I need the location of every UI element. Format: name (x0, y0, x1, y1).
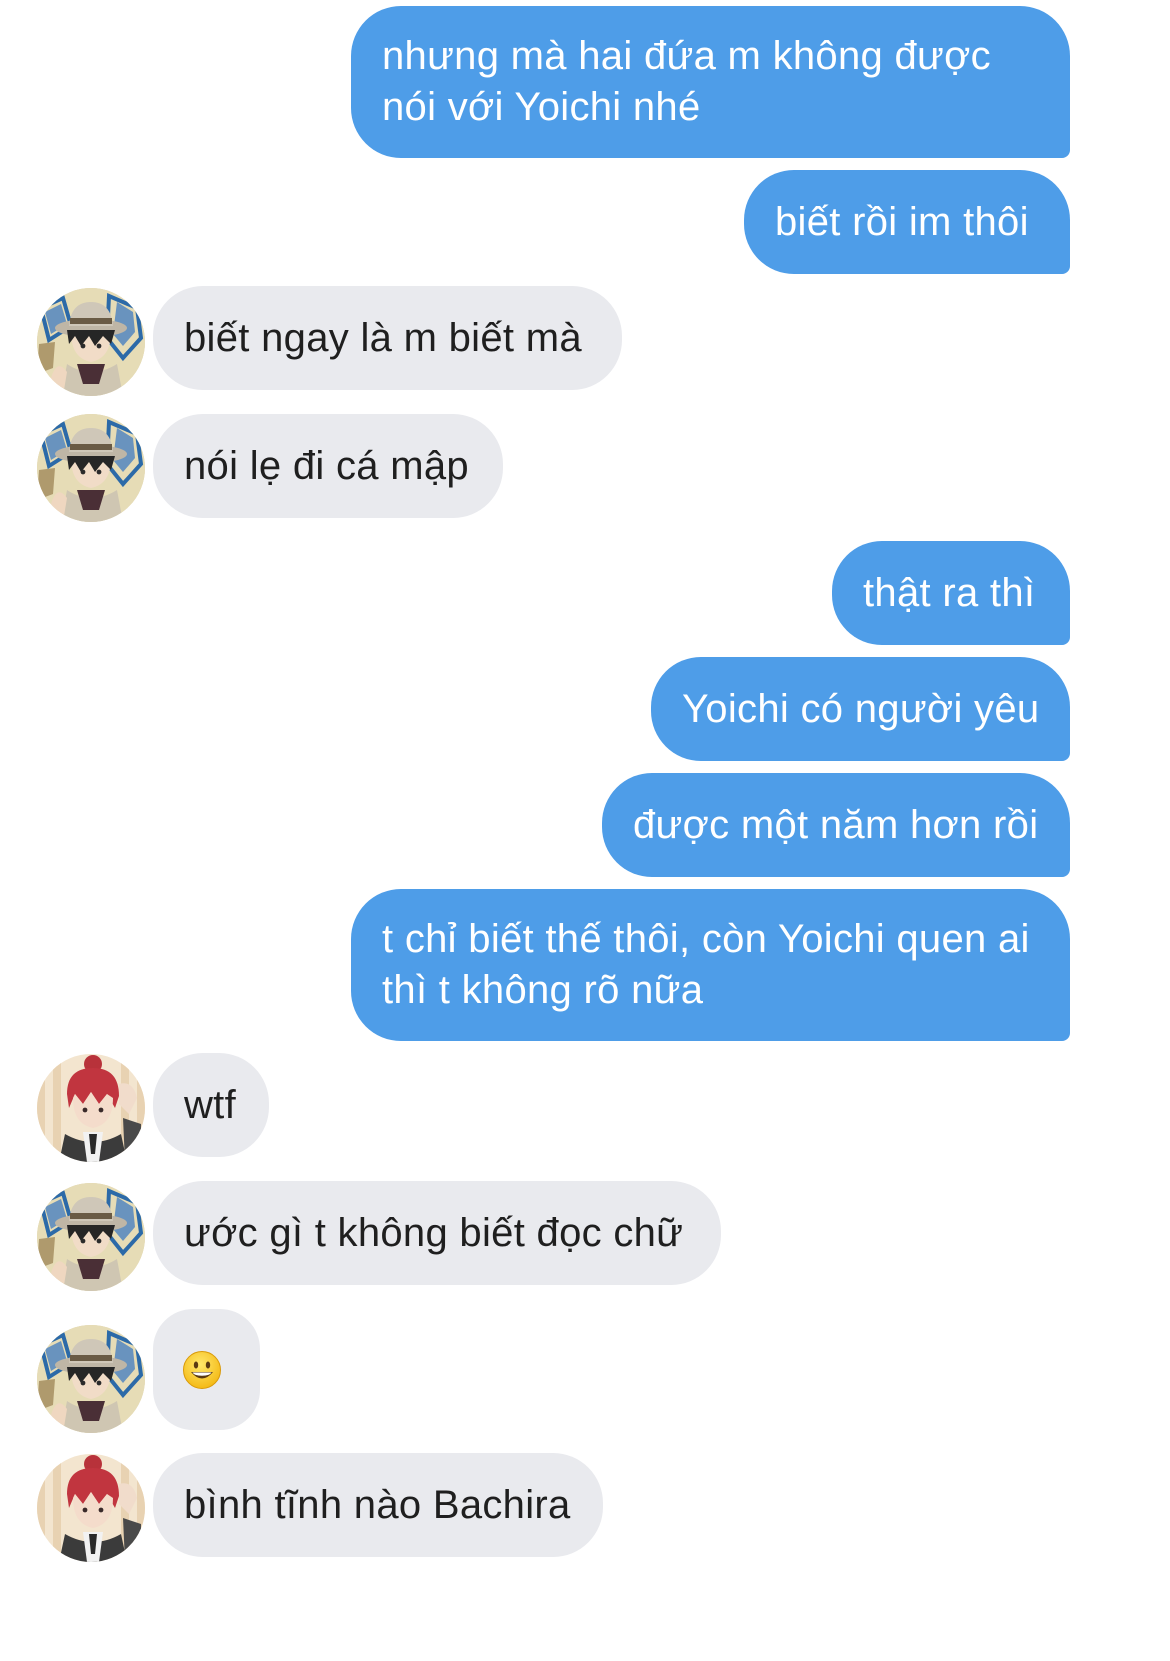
hat-avatar[interactable] (37, 1325, 145, 1433)
incoming-message[interactable]: nói lẹ đi cá mập (153, 414, 503, 518)
incoming-message[interactable]: ước gì t không biết đọc chữ (153, 1181, 721, 1285)
outgoing-message[interactable]: t chỉ biết thế thôi, còn Yoichi quen ai … (351, 889, 1070, 1041)
hat-avatar[interactable] (37, 1183, 145, 1291)
message-text: Yoichi có người yêu (682, 686, 1040, 731)
hat-avatar[interactable] (37, 414, 145, 522)
message-text: được một năm hơn rồi (633, 802, 1039, 847)
incoming-message[interactable]: biết ngay là m biết mà (153, 286, 622, 390)
hat-avatar[interactable] (37, 288, 145, 396)
red-hair-avatar[interactable] (37, 1054, 145, 1162)
outgoing-message[interactable]: được một năm hơn rồi (602, 773, 1070, 877)
outgoing-message[interactable]: nhưng mà hai đứa m không được nói với Yo… (351, 6, 1070, 158)
grinning-face-emoji (183, 1350, 221, 1389)
message-text: bình tĩnh nào Bachira (184, 1482, 571, 1527)
message-text: biết ngay là m biết mà (184, 315, 582, 360)
incoming-message[interactable]: wtf (153, 1053, 269, 1157)
message-text: nói lẹ đi cá mập (184, 443, 469, 488)
message-text: biết rồi im thôi (775, 199, 1029, 244)
chat-thread: nhưng mà hai đứa m không được nói với Yo… (0, 0, 1170, 1661)
message-text: thật ra thì (863, 570, 1036, 615)
red-hair-avatar[interactable] (37, 1454, 145, 1562)
message-text: wtf (184, 1082, 237, 1127)
outgoing-message[interactable]: biết rồi im thôi (744, 170, 1070, 274)
outgoing-message[interactable]: Yoichi có người yêu (651, 657, 1070, 761)
message-text: t chỉ biết thế thôi, còn Yoichi quen ai … (382, 917, 1030, 1012)
incoming-message[interactable] (153, 1309, 260, 1430)
outgoing-message[interactable]: thật ra thì (832, 541, 1070, 645)
message-text: ước gì t không biết đọc chữ (184, 1210, 684, 1255)
incoming-message[interactable]: bình tĩnh nào Bachira (153, 1453, 603, 1557)
message-text: nhưng mà hai đứa m không được nói với Yo… (382, 34, 991, 129)
